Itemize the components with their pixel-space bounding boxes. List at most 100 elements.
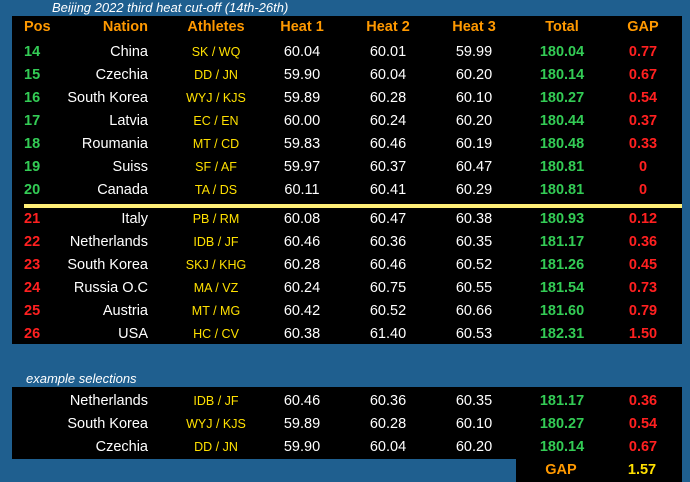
row-heat3: 60.66 [455,303,493,319]
gap-summary: GAP 1.57 [516,459,682,482]
row-heat1: 60.38 [283,326,321,342]
row-gap: 0.33 [628,136,658,152]
header-total: Total [545,19,579,35]
row-gap: 0.54 [628,416,658,432]
table-row: 15 Czechia DD / JN 59.90 60.04 60.20 180.14 0.6… [12,64,682,87]
row-athletes: IDB / JF [193,235,239,249]
row-nation: Roumania [81,136,148,152]
row-nation: South Korea [67,257,148,273]
row-athletes: MA / VZ [193,281,239,295]
table-row: 19 Suiss SF / AF 59.97 60.37 60.47 180.81 0 [12,156,682,179]
row-heat2: 60.28 [369,416,407,432]
row-total: 180.48 [539,136,585,152]
row-heat3: 60.55 [455,280,493,296]
row-heat1: 60.42 [283,303,321,319]
table-row: 23 South Korea SKJ / KHG 60.28 60.46 60.52 181… [12,254,682,277]
row-heat1: 59.89 [283,416,321,432]
row-total: 181.17 [539,393,585,409]
row-gap: 1.50 [628,326,658,342]
row-athletes: DD / JN [194,68,238,82]
row-athletes: MT / MG [191,304,241,318]
row-heat2: 60.01 [369,44,407,60]
row-heat2: 60.36 [369,393,407,409]
row-gap: 0.77 [628,44,658,60]
row-total: 180.93 [539,211,585,227]
header-heat3: Heat 3 [452,19,496,35]
row-heat1: 59.83 [283,136,321,152]
row-heat3: 60.47 [455,159,493,175]
row-heat1: 59.97 [283,159,321,175]
row-heat2: 60.37 [369,159,407,175]
row-nation: Czechia [95,67,148,83]
page-title: Beijing 2022 third heat cut-off (14th-26… [52,0,289,15]
table-row: Czechia DD / JN 59.90 60.04 60.20 180.14 0.67 [12,436,682,459]
row-heat3: 60.29 [455,182,493,198]
row-heat3: 60.20 [455,439,493,455]
gap-summary-label: GAP [545,462,577,478]
row-heat1: 60.28 [283,257,321,273]
row-athletes: WYJ / KJS [186,417,246,431]
table-row: South Korea WYJ / KJS 59.89 60.28 60.10 180.2… [12,413,682,436]
row-nation: Latvia [109,113,148,129]
row-nation: China [110,44,148,60]
row-heat2: 61.40 [369,326,407,342]
row-athletes: TA / DS [194,183,238,197]
row-athletes: EC / EN [193,114,239,128]
row-gap: 0.45 [628,257,658,273]
header-heat1: Heat 1 [280,19,324,35]
table-row: Netherlands IDB / JF 60.46 60.36 60.35 181.17… [12,390,682,413]
row-gap: 0.67 [628,439,658,455]
row-nation: South Korea [67,416,148,432]
row-gap: 0.67 [628,67,658,83]
row-nation: Canada [97,182,148,198]
row-heat3: 60.52 [455,257,493,273]
table-row: 20 Canada TA / DS 60.11 60.41 60.29 180.81 0 [12,179,682,202]
row-total: 181.17 [539,234,585,250]
row-athletes: PB / RM [192,212,240,226]
table-row: 18 Roumania MT / CD 59.83 60.46 60.19 180.48 0.… [12,133,682,156]
row-total: 180.81 [539,182,585,198]
table-row: 17 Latvia EC / EN 60.00 60.24 60.20 180.44 0.37 [12,110,682,133]
row-athletes: SKJ / KHG [185,258,247,272]
row-gap: 0.73 [628,280,658,296]
row-heat3: 60.10 [455,90,493,106]
row-gap: 0 [638,159,648,175]
row-heat1: 60.46 [283,234,321,250]
row-heat1: 60.04 [283,44,321,60]
row-heat2: 60.52 [369,303,407,319]
row-heat1: 60.46 [283,393,321,409]
row-athletes: SK / WQ [191,45,241,59]
row-heat3: 60.35 [455,234,493,250]
row-heat2: 60.36 [369,234,407,250]
row-total: 180.81 [539,159,585,175]
row-athletes: HC / CV [193,327,239,341]
row-gap: 0.37 [628,113,658,129]
row-heat1: 59.89 [283,90,321,106]
row-heat1: 60.24 [283,280,321,296]
row-athletes: WYJ / KJS [186,91,246,105]
row-heat2: 60.46 [369,136,407,152]
standings-table: Pos Nation Athletes Heat 1 Heat 2 Heat 3… [12,16,682,344]
row-heat2: 60.24 [369,113,407,129]
row-heat3: 60.35 [455,393,493,409]
table-row: 26 USA HC / CV 60.38 61.40 60.53 182.31 1.50 [12,323,682,346]
row-heat3: 60.38 [455,211,493,227]
row-nation: Netherlands [69,234,148,250]
example-selections-table: Netherlands IDB / JF 60.46 60.36 60.35 181.17… [12,387,682,459]
row-gap: 0.36 [628,393,658,409]
row-heat1: 59.90 [283,67,321,83]
row-heat3: 60.19 [455,136,493,152]
row-heat3: 60.53 [455,326,493,342]
row-heat3: 60.20 [455,67,493,83]
row-total: 180.14 [539,67,585,83]
row-nation: Suiss [112,159,148,175]
row-gap: 0.54 [628,90,658,106]
row-nation: Russia O.C [73,280,148,296]
row-heat3: 59.99 [455,44,493,60]
table-row: 14 China SK / WQ 60.04 60.01 59.99 180.04 0.77 [12,41,682,64]
row-total: 181.26 [539,257,585,273]
row-heat2: 60.47 [369,211,407,227]
row-heat1: 60.00 [283,113,321,129]
row-heat1: 60.08 [283,211,321,227]
row-nation: Austria [102,303,148,319]
